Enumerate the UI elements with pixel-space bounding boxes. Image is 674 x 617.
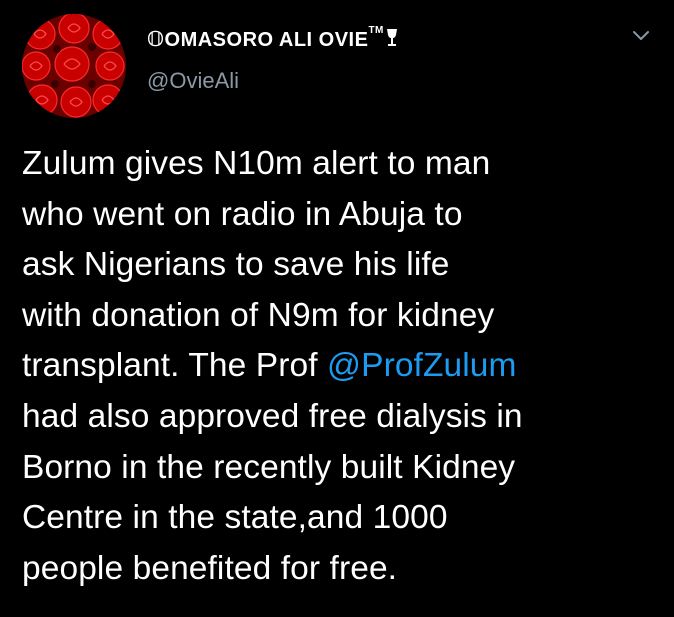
tweet-text: Zulum gives N10m alert to man who went o… bbox=[22, 139, 662, 594]
display-name-text: OMASORO ALI OVIE bbox=[164, 29, 369, 51]
tweet-line: Borno in the recently built Kidney bbox=[22, 448, 516, 486]
tweet[interactable]: 𝕆OMASORO ALI OVIETM @OvieAli Zulum gives… bbox=[0, 0, 674, 617]
user-handle[interactable]: @OvieAli bbox=[147, 68, 239, 94]
chevron-down-icon bbox=[633, 31, 649, 40]
avatar[interactable] bbox=[22, 14, 126, 118]
display-name[interactable]: 𝕆OMASORO ALI OVIETM bbox=[147, 25, 398, 54]
tweet-line: transplant. The Prof bbox=[22, 347, 328, 385]
tweet-line: people benefited for free. bbox=[22, 549, 398, 587]
red-roses-avatar-icon bbox=[22, 14, 126, 118]
tweet-line: with donation of N9m for kidney bbox=[22, 296, 495, 334]
trademark-mark: TM bbox=[368, 25, 384, 36]
tweet-line: who went on radio in Abuja to bbox=[22, 195, 463, 233]
tweet-menu-button[interactable] bbox=[626, 24, 656, 48]
display-name-prefix: 𝕆 bbox=[147, 29, 165, 51]
tweet-line: Zulum gives N10m alert to man bbox=[22, 145, 491, 182]
wine-glass-icon bbox=[386, 28, 398, 54]
tweet-line: ask Nigerians to save his life bbox=[22, 246, 450, 284]
mention-link[interactable]: @ProfZulum bbox=[327, 347, 517, 384]
tweet-line: Centre in the state,and 1000 bbox=[22, 499, 448, 537]
tweet-line: had also approved free dialysis in bbox=[22, 397, 523, 435]
